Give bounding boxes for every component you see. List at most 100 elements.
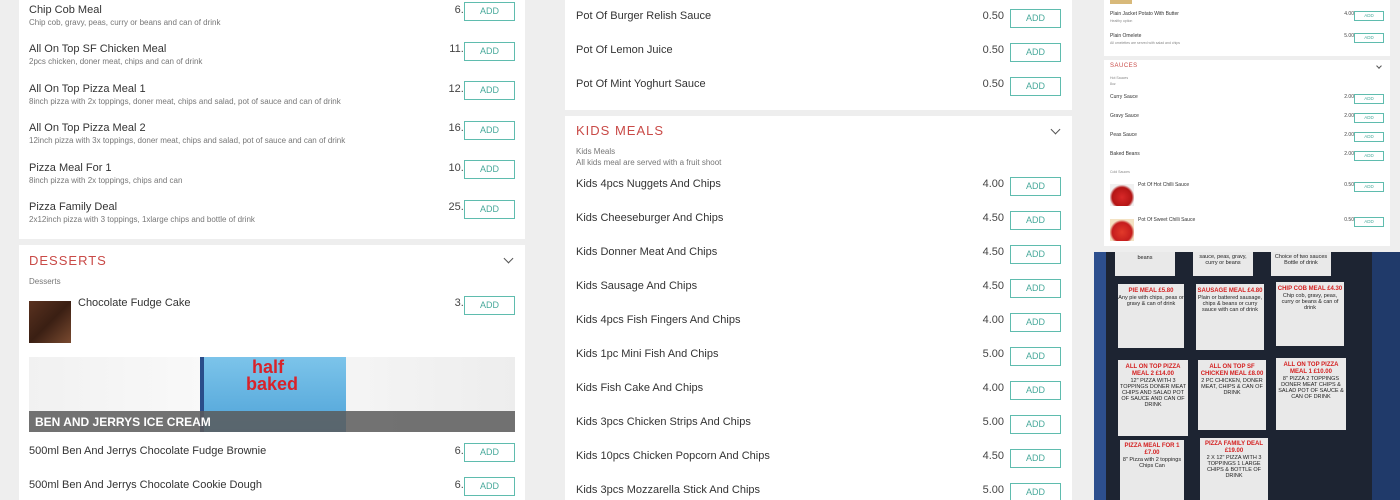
banner-caption-bar: BEN AND JERRYS ICE CREAM xyxy=(29,411,515,432)
sign-body: Any pie with chips, peas or gravy & can … xyxy=(1118,295,1184,307)
add-button[interactable]: ADD xyxy=(1010,177,1061,196)
item-description: 12inch pizza with 3x toppings, doner mea… xyxy=(29,136,346,145)
sign-title: SAUSAGE MEAL £4.80 xyxy=(1197,288,1263,294)
item-name: Kids 1pc Mini Fish And Chips xyxy=(576,348,719,360)
banner-title: BEN AND JERRYS ICE CREAM xyxy=(35,415,211,429)
board-sign: SAUSAGE MEAL £4.80 Plain or battered sau… xyxy=(1196,284,1264,350)
sign-body: 2 X 12" PIZZA WITH 3 TOPPINGS 1 LARGE CH… xyxy=(1206,455,1262,479)
sign-title: PIZZA MEAL FOR 1 £7.00 xyxy=(1124,443,1180,456)
sign-body: Choice of two sauces Bottle of drink xyxy=(1274,254,1328,266)
sign-body: beans xyxy=(1137,255,1153,261)
item-name: Kids 4pcs Nuggets And Chips xyxy=(576,178,721,190)
item-name: Baked Beans xyxy=(1110,151,1140,157)
item-price: 4.50 xyxy=(982,280,1004,292)
add-button[interactable]: ADD xyxy=(1010,449,1061,468)
add-button[interactable]: ADD xyxy=(1010,279,1061,298)
item-name: Kids Sausage And Chips xyxy=(576,280,698,292)
sign-title: CHIP COB MEAL £4.30 xyxy=(1277,286,1343,292)
board-sign: ALL ON TOP PIZZA MEAL 2 £14.00 12" PIZZA… xyxy=(1118,360,1188,436)
add-button[interactable]: ADD xyxy=(1010,245,1061,264)
item-name: 500ml Ben And Jerrys Chocolate Cookie Do… xyxy=(29,479,262,491)
item-name: Kids Donner Meat And Chips xyxy=(576,246,718,258)
add-button[interactable]: ADD xyxy=(464,296,515,315)
menu-card-sauces: SAUCES Hot Sauces 8oz Curry Sauce 2.00 A… xyxy=(1104,60,1390,246)
item-price: 5.00 xyxy=(1344,33,1354,39)
board-sign: ALL ON TOP PIZZA MEAL 1 £10.00 8" PIZZA … xyxy=(1276,358,1346,430)
add-button[interactable]: ADD xyxy=(1354,217,1384,227)
chevron-down-icon[interactable] xyxy=(1376,63,1382,69)
add-button[interactable]: ADD xyxy=(1010,211,1061,230)
item-name: Kids Cheeseburger And Chips xyxy=(576,212,724,224)
sign-title: ALL ON TOP PIZZA MEAL 1 £10.00 xyxy=(1283,362,1339,375)
item-price: 4.00 xyxy=(982,178,1004,190)
add-button[interactable]: ADD xyxy=(464,477,515,496)
add-button[interactable]: ADD xyxy=(464,121,515,140)
add-button[interactable]: ADD xyxy=(1010,381,1061,400)
board-sign: sauce, peas, gravy, curry or beans xyxy=(1193,252,1253,276)
item-name: Pizza Meal For 1 xyxy=(29,162,112,174)
item-name: Gravy Sauce xyxy=(1110,113,1139,119)
item-description: 2x12inch pizza with 3 toppings, 1xlarge … xyxy=(29,215,255,224)
add-button[interactable]: ADD xyxy=(1354,151,1384,161)
add-button[interactable]: ADD xyxy=(1010,77,1061,96)
menu-page: Chip Cob Meal Chip cob, gravy, peas, cur… xyxy=(0,0,1400,500)
add-button[interactable]: ADD xyxy=(464,200,515,219)
add-button[interactable]: ADD xyxy=(464,81,515,100)
board-sign: PIZZA FAMILY DEAL £19.00 2 X 12" PIZZA W… xyxy=(1200,438,1268,500)
item-name: Plain Jacket Potato With Butter xyxy=(1110,11,1179,17)
add-button[interactable]: ADD xyxy=(1010,313,1061,332)
board-edge xyxy=(1094,252,1106,500)
add-button[interactable]: ADD xyxy=(464,42,515,61)
item-name: Kids 10pcs Chicken Popcorn And Chips xyxy=(576,450,770,462)
section-subtitle: Hot Sauces xyxy=(1110,76,1129,80)
menu-card-meals: Chip Cob Meal Chip cob, gravy, peas, cur… xyxy=(19,0,525,239)
menu-board-photo: beans sauce, peas, gravy, curry or beans… xyxy=(1094,252,1400,500)
item-name: Pot Of Mint Yoghurt Sauce xyxy=(576,78,706,90)
add-button[interactable]: ADD xyxy=(1354,33,1384,43)
item-description: 2pcs chicken, doner meat, chips and can … xyxy=(29,57,203,66)
add-button[interactable]: ADD xyxy=(1010,347,1061,366)
item-name: Kids 3pcs Chicken Strips And Chips xyxy=(576,416,751,428)
chevron-down-icon[interactable] xyxy=(1050,124,1061,135)
add-button[interactable]: ADD xyxy=(1010,43,1061,62)
sign-title: ALL ON TOP PIZZA MEAL 2 £14.00 xyxy=(1125,364,1181,377)
section-title-desserts: DESSERTS xyxy=(29,253,107,268)
board-sign: beans xyxy=(1115,252,1175,276)
section-note: All kids meal are served with a fruit sh… xyxy=(576,158,722,167)
item-name: All On Top Pizza Meal 1 xyxy=(29,83,146,95)
add-button[interactable]: ADD xyxy=(1010,483,1061,500)
sign-body: sauce, peas, gravy, curry or beans xyxy=(1199,254,1247,266)
add-button[interactable]: ADD xyxy=(1010,9,1061,28)
add-button[interactable]: ADD xyxy=(1354,182,1384,192)
board-sign: CHIP COB MEAL £4.30 Chip cob, gravy, pea… xyxy=(1276,282,1344,346)
add-button[interactable]: ADD xyxy=(464,160,515,179)
item-name: Kids 3pcs Mozzarella Stick And Chips xyxy=(576,484,761,496)
add-button[interactable]: ADD xyxy=(1354,113,1384,123)
item-price: 0.50 xyxy=(982,78,1004,90)
add-button[interactable]: ADD xyxy=(1354,132,1384,142)
item-price: 5.00 xyxy=(982,484,1004,496)
item-name: All On Top Pizza Meal 2 xyxy=(29,122,146,134)
item-name: Plain Omelete xyxy=(1110,33,1142,39)
chevron-down-icon[interactable] xyxy=(503,253,514,264)
add-button[interactable]: ADD xyxy=(1354,11,1384,21)
board-sign: Choice of two sauces Bottle of drink xyxy=(1271,252,1331,276)
add-button[interactable]: ADD xyxy=(464,443,515,462)
add-button[interactable]: ADD xyxy=(1010,415,1061,434)
menu-card-omelettes: Plain Jacket Potato With Butter Healthy … xyxy=(1104,0,1390,56)
item-price: 0.50 xyxy=(982,10,1004,22)
section-subtitle: Kids Meals xyxy=(576,147,616,156)
sauce-image xyxy=(1110,219,1134,241)
item-price: 4.50 xyxy=(982,246,1004,258)
ice-cream-banner[interactable]: half baked BEN AND JERRYS ICE CREAM xyxy=(29,357,515,432)
section-title-kids-meals: KIDS MEALS xyxy=(576,123,665,138)
sign-title: PIZZA FAMILY DEAL £19.00 xyxy=(1204,441,1264,454)
item-name: Pot Of Burger Relish Sauce xyxy=(576,10,712,22)
add-button[interactable]: ADD xyxy=(1354,94,1384,104)
add-button[interactable]: ADD xyxy=(464,2,515,21)
menu-card-desserts: DESSERTS Desserts Chocolate Fudge Cake 3… xyxy=(19,245,525,500)
sign-title: PIE MEAL £5.80 xyxy=(1128,288,1174,294)
item-description: Chip cob, gravy, peas, curry or beans an… xyxy=(29,18,221,27)
item-description: Healthy option xyxy=(1110,19,1133,23)
sign-title: ALL ON TOP SF CHICKEN MEAL £8.00 xyxy=(1200,364,1264,377)
